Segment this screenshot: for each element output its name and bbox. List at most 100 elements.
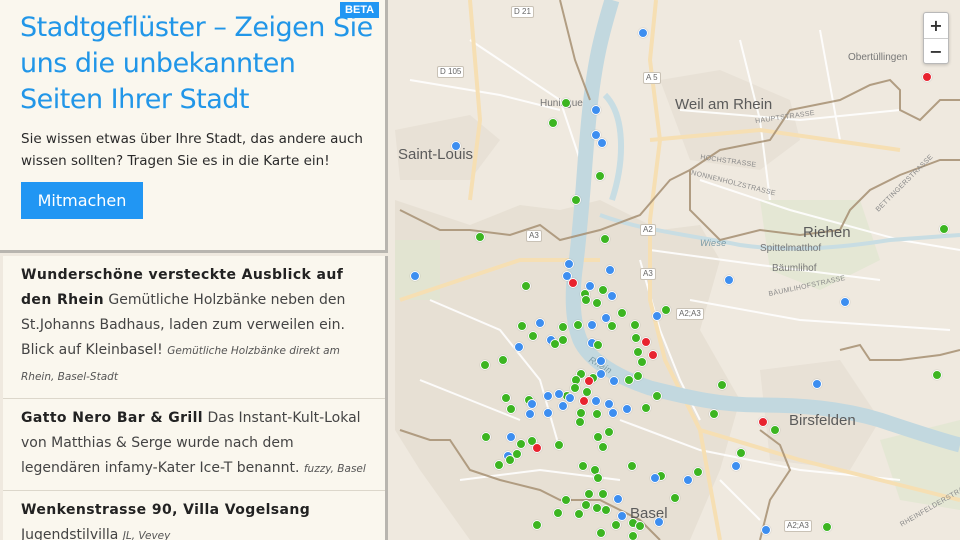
map-marker-green[interactable] — [561, 495, 571, 505]
map-marker-green[interactable] — [528, 331, 538, 341]
map-marker-green[interactable] — [932, 370, 942, 380]
map-marker-green[interactable] — [635, 521, 645, 531]
map-marker-blue[interactable] — [613, 494, 623, 504]
map-marker-green[interactable] — [571, 195, 581, 205]
map-marker-green[interactable] — [593, 432, 603, 442]
map-marker-green[interactable] — [574, 509, 584, 519]
entry-title[interactable]: Gatto Nero Bar & Grill — [21, 410, 203, 426]
map-marker-blue[interactable] — [564, 259, 574, 269]
map-marker-blue[interactable] — [622, 404, 632, 414]
map-marker-green[interactable] — [631, 333, 641, 343]
map-marker-blue[interactable] — [731, 461, 741, 471]
map-marker-green[interactable] — [637, 357, 647, 367]
map-marker-blue[interactable] — [543, 391, 553, 401]
map-marker-green[interactable] — [822, 522, 832, 532]
map-marker-blue[interactable] — [597, 138, 607, 148]
map-marker-blue[interactable] — [652, 311, 662, 321]
map-marker-green[interactable] — [517, 321, 527, 331]
map-marker-blue[interactable] — [609, 376, 619, 386]
map-marker-red[interactable] — [922, 72, 932, 82]
map-marker-green[interactable] — [592, 298, 602, 308]
map-marker-green[interactable] — [617, 308, 627, 318]
map-marker-red[interactable] — [579, 396, 589, 406]
map-marker-blue[interactable] — [451, 141, 461, 151]
map-marker-blue[interactable] — [535, 318, 545, 328]
map-marker-green[interactable] — [516, 439, 526, 449]
map-marker-green[interactable] — [709, 409, 719, 419]
map-marker-red[interactable] — [758, 417, 768, 427]
map-marker-blue[interactable] — [506, 432, 516, 442]
map-marker-green[interactable] — [494, 460, 504, 470]
map-marker-blue[interactable] — [596, 356, 606, 366]
map-marker-green[interactable] — [558, 322, 568, 332]
map-marker-blue[interactable] — [591, 105, 601, 115]
map-marker-green[interactable] — [652, 391, 662, 401]
map-marker-green[interactable] — [670, 493, 680, 503]
map-marker-blue[interactable] — [761, 525, 771, 535]
map-marker-green[interactable] — [717, 380, 727, 390]
map-marker-green[interactable] — [506, 404, 516, 414]
map-marker-green[interactable] — [593, 473, 603, 483]
map-marker-green[interactable] — [736, 448, 746, 458]
map-marker-green[interactable] — [521, 281, 531, 291]
map-marker-green[interactable] — [601, 505, 611, 515]
entry-title[interactable]: Wenkenstrasse 90, Villa Vogelsang — [21, 502, 310, 518]
map-marker-green[interactable] — [641, 403, 651, 413]
list-item[interactable]: Wenkenstrasse 90, Villa Vogelsang Jugend… — [3, 491, 385, 540]
map-marker-blue[interactable] — [724, 275, 734, 285]
zoom-out-button[interactable]: − — [924, 38, 948, 63]
map-marker-red[interactable] — [532, 443, 542, 453]
map-marker-blue[interactable] — [587, 320, 597, 330]
map-marker-green[interactable] — [481, 432, 491, 442]
map-marker-green[interactable] — [607, 321, 617, 331]
map-marker-green[interactable] — [480, 360, 490, 370]
map-marker-green[interactable] — [581, 295, 591, 305]
map-marker-red[interactable] — [568, 278, 578, 288]
map-marker-blue[interactable] — [591, 396, 601, 406]
map-marker-green[interactable] — [604, 427, 614, 437]
map-marker-blue[interactable] — [543, 408, 553, 418]
map-marker-blue[interactable] — [605, 265, 615, 275]
map-marker-green[interactable] — [598, 489, 608, 499]
map-marker-green[interactable] — [627, 461, 637, 471]
map-marker-red[interactable] — [641, 337, 651, 347]
map-marker-green[interactable] — [554, 440, 564, 450]
map-marker-green[interactable] — [598, 442, 608, 452]
map-marker-green[interactable] — [498, 355, 508, 365]
map-marker-green[interactable] — [578, 461, 588, 471]
map-marker-blue[interactable] — [608, 408, 618, 418]
map-marker-blue[interactable] — [527, 399, 537, 409]
map-marker-blue[interactable] — [812, 379, 822, 389]
map-marker-green[interactable] — [475, 232, 485, 242]
map-marker-green[interactable] — [505, 455, 515, 465]
map-marker-blue[interactable] — [558, 401, 568, 411]
map-marker-blue[interactable] — [525, 409, 535, 419]
list-item[interactable]: Wunderschöne versteckte Ausblick auf den… — [3, 256, 385, 399]
map-marker-green[interactable] — [592, 409, 602, 419]
map-marker-green[interactable] — [581, 500, 591, 510]
map-marker-blue[interactable] — [596, 369, 606, 379]
map-marker-green[interactable] — [584, 489, 594, 499]
map-marker-blue[interactable] — [654, 517, 664, 527]
map-marker-green[interactable] — [633, 371, 643, 381]
map-marker-red[interactable] — [648, 350, 658, 360]
map-marker-green[interactable] — [661, 305, 671, 315]
map-marker-green[interactable] — [693, 467, 703, 477]
map-marker-blue[interactable] — [650, 473, 660, 483]
story-list[interactable]: Wunderschöne versteckte Ausblick auf den… — [3, 256, 388, 540]
map-marker-green[interactable] — [939, 224, 949, 234]
map-marker-red[interactable] — [584, 376, 594, 386]
map-marker-blue[interactable] — [410, 271, 420, 281]
map-marker-blue[interactable] — [840, 297, 850, 307]
map-marker-green[interactable] — [596, 528, 606, 538]
map-marker-green[interactable] — [548, 118, 558, 128]
map-marker-blue[interactable] — [638, 28, 648, 38]
map-marker-green[interactable] — [630, 320, 640, 330]
map-marker-green[interactable] — [573, 320, 583, 330]
map-marker-green[interactable] — [561, 98, 571, 108]
map-marker-blue[interactable] — [607, 291, 617, 301]
map-marker-green[interactable] — [501, 393, 511, 403]
map-marker-blue[interactable] — [683, 475, 693, 485]
map-marker-green[interactable] — [611, 520, 621, 530]
map-marker-green[interactable] — [595, 171, 605, 181]
